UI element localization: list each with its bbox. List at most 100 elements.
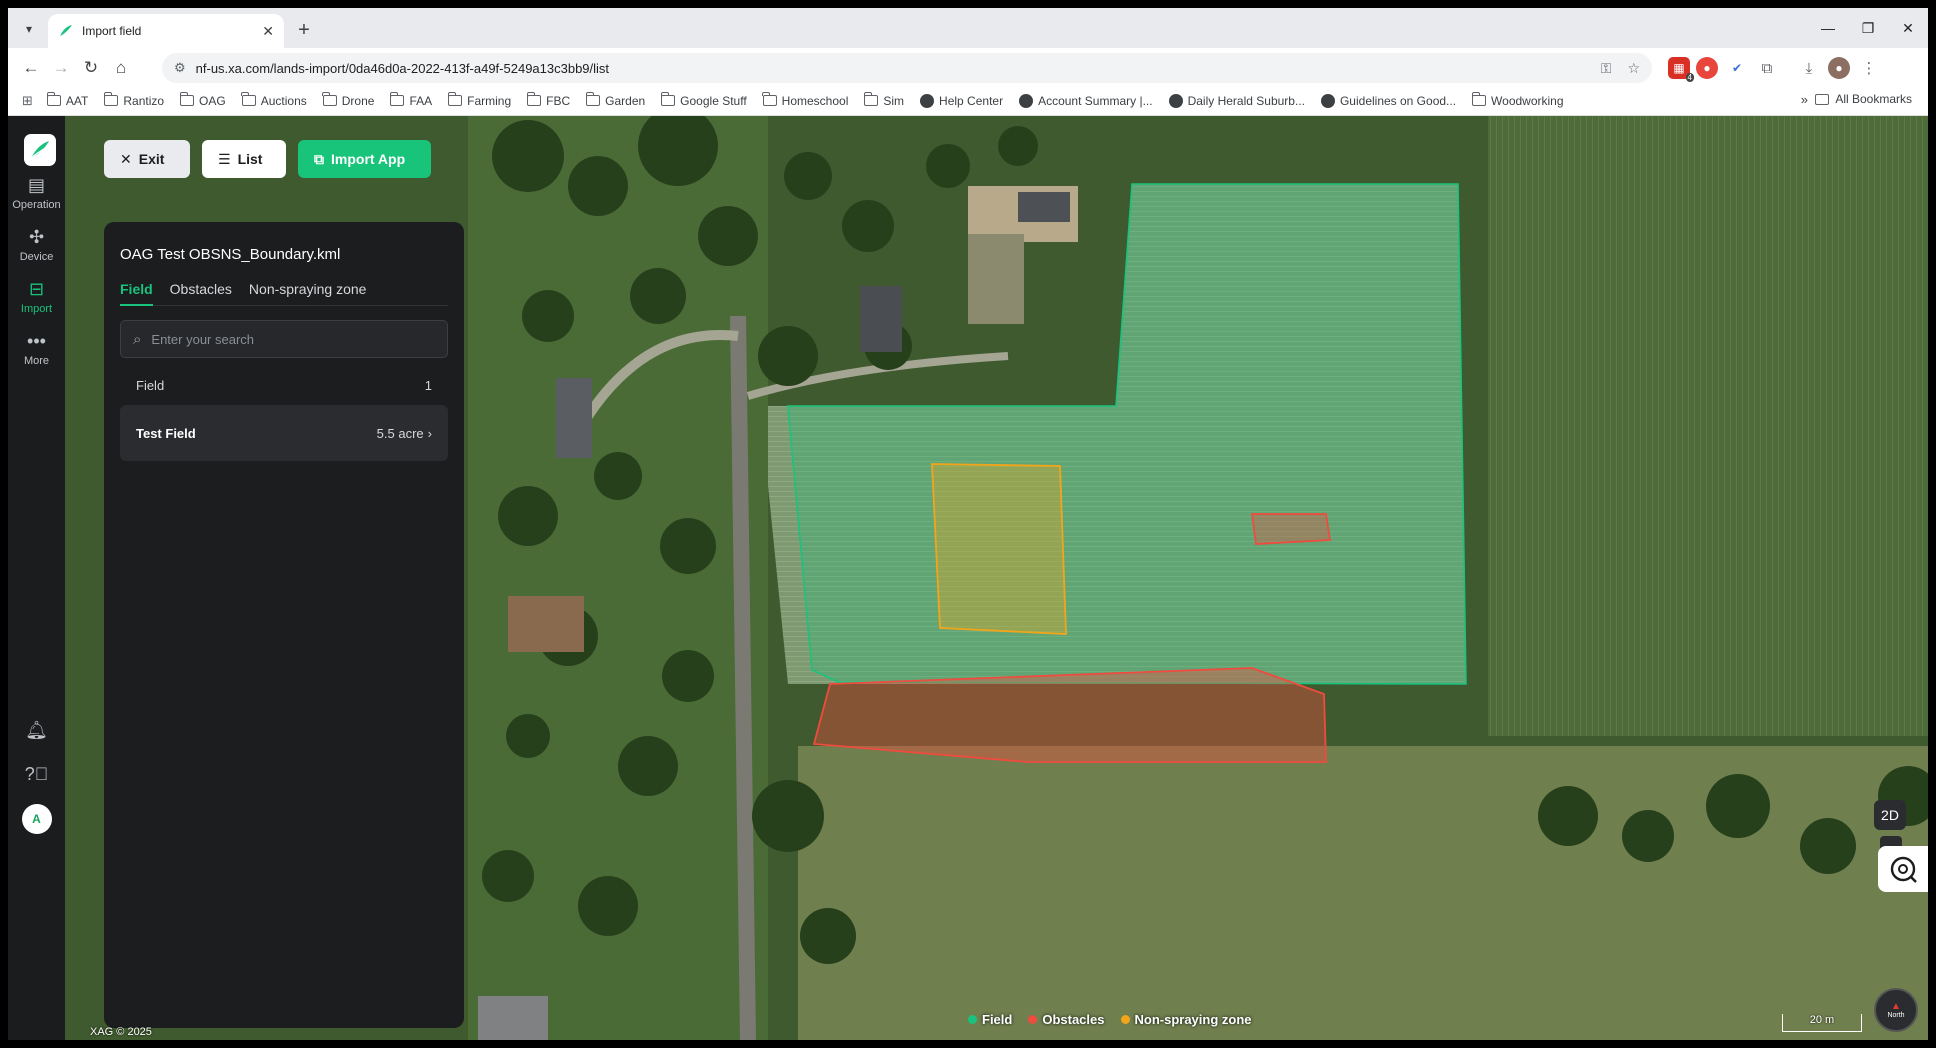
rail-item-operation[interactable]: ▤ Operation xyxy=(8,176,65,211)
password-key-icon[interactable]: ⚿ xyxy=(1601,60,1612,77)
close-window-button[interactable]: ✕ xyxy=(1888,16,1928,40)
import-app-button[interactable]: ⧉ Import App xyxy=(298,140,431,178)
tab-title: Import field xyxy=(82,24,142,38)
notification-bell-icon[interactable]: 🔔︎ xyxy=(8,720,65,741)
folder-icon xyxy=(390,92,405,106)
bookmark-item[interactable]: OAG xyxy=(179,92,226,108)
search-input[interactable] xyxy=(151,331,435,347)
rail-item-more[interactable]: ••• More xyxy=(8,332,65,367)
view-mode-toggle[interactable]: 2D xyxy=(1874,800,1906,830)
rail-item-import[interactable]: ⊟ Import xyxy=(8,280,65,315)
url-text[interactable]: nf-us.xa.com/lands-import/0da46d0a-2022-… xyxy=(196,61,1585,76)
folder-icon xyxy=(585,92,601,106)
bookmark-item[interactable]: Guidelines on Good... xyxy=(1320,93,1456,108)
new-tab-button[interactable]: + xyxy=(292,18,316,42)
bookmark-item[interactable]: Drone xyxy=(322,92,374,108)
bookmark-list: AAT Rantizo OAG Auctions Drone FAA Farming FBC G… xyxy=(46,92,1580,108)
list-icon: ☰ xyxy=(218,150,231,167)
avatar[interactable]: A xyxy=(21,804,52,834)
search-icon: ⌕ xyxy=(133,330,142,348)
minimize-button[interactable]: — xyxy=(1808,16,1848,40)
tab-close-icon[interactable]: ✕ xyxy=(262,23,274,40)
list-button[interactable]: ☰ List xyxy=(202,140,286,178)
xag-favicon-icon xyxy=(60,25,72,36)
reload-button[interactable]: ↻ xyxy=(78,55,104,81)
apps-grid-icon[interactable]: ⊞ xyxy=(22,93,33,109)
map-scale-bar: 20 m xyxy=(1782,1014,1862,1032)
bookmark-item[interactable]: AAT xyxy=(46,92,88,108)
panel-title: OAG Test OBSNS_Boundary.kml xyxy=(120,246,341,263)
field-name: Test Field xyxy=(136,425,196,441)
list-header: Field 1 xyxy=(120,358,448,405)
bookmark-item[interactable]: FAA xyxy=(390,92,432,108)
browser-menu-icon[interactable]: ⋮ xyxy=(1858,57,1880,79)
folder-icon xyxy=(103,92,119,106)
exit-button[interactable]: ✕ Exit xyxy=(104,140,190,178)
obstacle-polygon-treeline[interactable] xyxy=(812,667,1327,763)
panel-tabs: Field Obstacles Non-spraying zone xyxy=(120,281,448,306)
close-icon: ✕ xyxy=(120,150,132,167)
tab-strip: ▾ Import field ✕ + — ❐ ✕ xyxy=(8,8,1928,48)
map-legend: Field Obstacles Non-spraying zone xyxy=(968,1012,1252,1027)
help-icon[interactable]: ?⃝ xyxy=(8,764,65,785)
profile-avatar-icon[interactable]: ● xyxy=(1828,57,1850,79)
extensions-puzzle-icon[interactable]: ⧉ xyxy=(1756,57,1778,79)
list-header-label: Field xyxy=(136,378,165,393)
rail-item-device[interactable]: ✣ Device xyxy=(8,228,65,263)
bookmark-item[interactable]: Google Stuff xyxy=(660,92,747,108)
tab-search-button[interactable]: ▾ xyxy=(16,16,42,42)
bookmark-item[interactable]: Homeschool xyxy=(762,92,848,108)
legend-item: Field xyxy=(968,1012,1012,1027)
folder-icon xyxy=(447,92,463,106)
extension-calendar-icon[interactable]: ▦ 4 xyxy=(1668,57,1694,82)
tab-non-spraying-zone[interactable]: Non-spraying zone xyxy=(249,281,367,297)
bookmark-star-icon[interactable]: ☆ xyxy=(1627,60,1640,77)
extension-red-icon[interactable]: ● xyxy=(1696,57,1718,79)
crop-rows-east xyxy=(1488,116,1928,736)
all-bookmarks-button[interactable]: All Bookmarks xyxy=(1815,92,1912,106)
site-info-icon[interactable]: ⚙ xyxy=(174,60,186,76)
locate-zoom-icon xyxy=(1890,856,1917,883)
bookmark-item[interactable]: Help Center xyxy=(920,93,1003,108)
bookmark-item[interactable]: Daily Herald Suburb... xyxy=(1168,93,1305,108)
folder-icon xyxy=(1471,92,1487,106)
field-area: 5.5 acre › xyxy=(376,425,432,441)
compass-icon[interactable]: ▲ North xyxy=(1874,988,1918,1032)
site-favicon-icon xyxy=(1320,93,1335,108)
left-nav-rail: ▤ Operation ✣ Device ⊟ Import ••• More 🔔︎ ?⃝ A xyxy=(8,116,65,1040)
chevron-right-icon: › xyxy=(427,425,432,441)
home-button[interactable]: ⌂ xyxy=(108,55,134,81)
import-app-icon: ⧉ xyxy=(314,150,324,167)
legend-item: Obstacles xyxy=(1028,1012,1105,1027)
active-tab[interactable]: Import field ✕ xyxy=(48,14,284,48)
locate-button[interactable] xyxy=(1878,846,1928,892)
obstacle-polygon-small[interactable] xyxy=(1250,513,1332,545)
extension-blue-icon[interactable]: ✔ xyxy=(1726,57,1748,79)
tab-obstacles[interactable]: Obstacles xyxy=(170,281,232,297)
bookmark-item[interactable]: Woodworking xyxy=(1471,92,1564,108)
bookmark-item[interactable]: Account Summary |... xyxy=(1019,93,1153,108)
folder-icon xyxy=(762,92,777,106)
bookmark-item[interactable]: Garden xyxy=(585,92,645,108)
back-button[interactable]: ← xyxy=(18,55,44,81)
browser-toolbar: ← → ↻ ⌂ ⚙ nf-us.xa.com/lands-import/0da4… xyxy=(8,48,1928,86)
map-copyright: XAG © 2025 xyxy=(90,1026,152,1038)
xag-logo-icon[interactable] xyxy=(24,134,56,166)
forward-button[interactable]: → xyxy=(48,55,74,81)
bookmark-item[interactable]: FBC xyxy=(526,92,570,108)
bookmark-item[interactable]: Sim xyxy=(863,92,904,108)
bookmark-item[interactable]: Rantizo xyxy=(103,92,164,108)
legend-item: Non-spraying zone xyxy=(1120,1012,1252,1027)
bookmark-item[interactable]: Auctions xyxy=(241,92,307,108)
non-spraying-zone-polygon[interactable] xyxy=(931,463,1067,635)
list-item[interactable]: Test Field 5.5 acre › xyxy=(120,405,448,461)
search-box[interactable]: ⌕ xyxy=(120,320,448,358)
restore-button[interactable]: ❐ xyxy=(1848,16,1888,40)
tab-field[interactable]: Field xyxy=(120,281,153,306)
more-bookmarks-icon[interactable]: » xyxy=(1801,92,1808,107)
download-icon[interactable]: ⤓ xyxy=(1798,57,1820,79)
legend-dot-icon xyxy=(1120,1015,1130,1024)
bookmark-item[interactable]: Farming xyxy=(447,92,511,108)
user-avatar-wrapper[interactable]: A xyxy=(8,804,65,834)
address-bar[interactable]: ⚙ nf-us.xa.com/lands-import/0da46d0a-202… xyxy=(162,53,1652,83)
